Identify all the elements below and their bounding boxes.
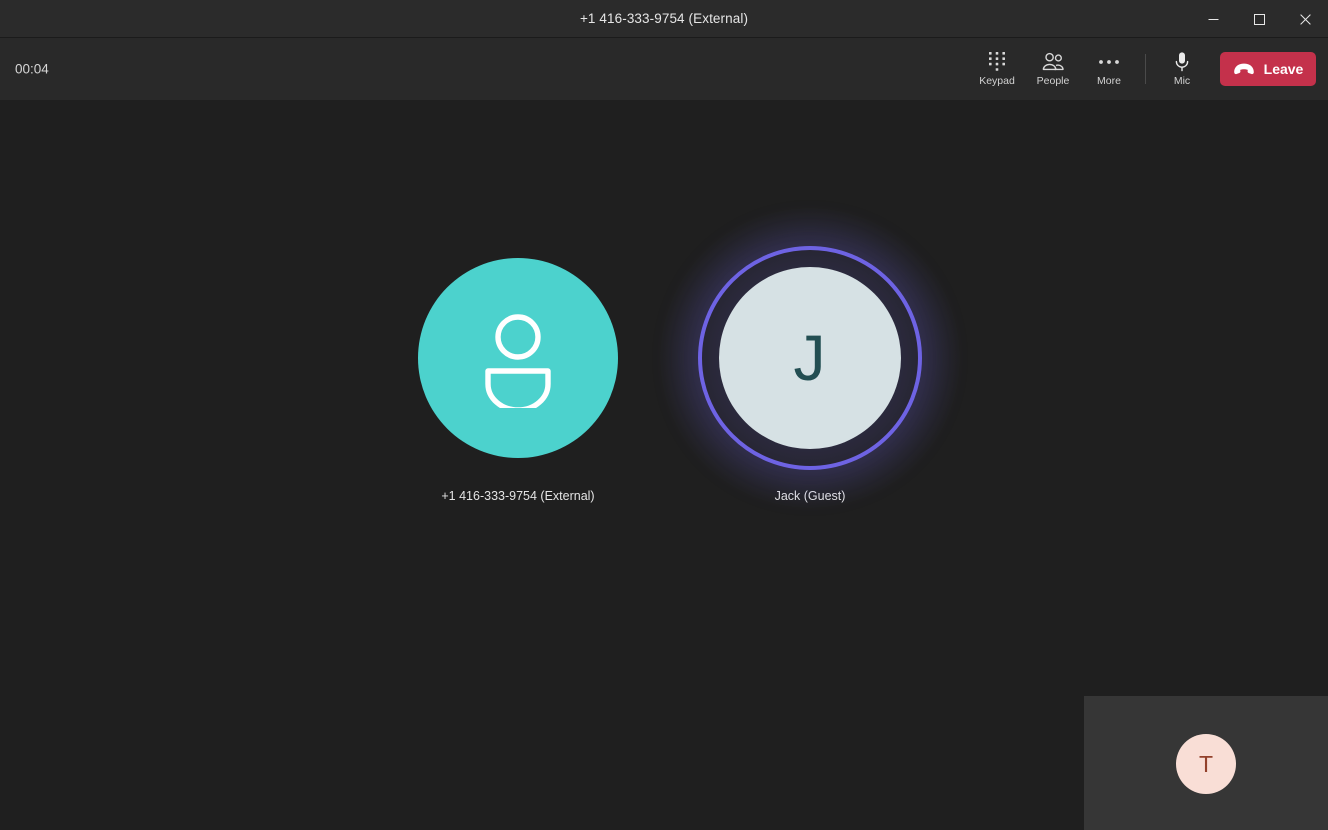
toolbar-divider xyxy=(1145,54,1146,84)
leave-label: Leave xyxy=(1263,61,1304,77)
close-icon xyxy=(1299,13,1311,25)
mic-button[interactable]: Mic xyxy=(1154,42,1210,96)
minimize-button[interactable] xyxy=(1190,0,1236,38)
participant-tile[interactable]: +1 416-333-9754 (External) xyxy=(403,257,633,503)
minimize-icon xyxy=(1208,18,1218,20)
more-label: More xyxy=(1097,75,1121,88)
avatar-wrap xyxy=(418,257,618,458)
maximize-button[interactable] xyxy=(1236,0,1282,38)
call-stage: +1 416-333-9754 (External) J Jack (Guest… xyxy=(0,100,1328,830)
participant-tile[interactable]: J Jack (Guest) xyxy=(660,207,960,508)
maximize-icon xyxy=(1253,13,1265,25)
avatar: J xyxy=(719,266,901,449)
self-view-tile[interactable]: T xyxy=(1084,696,1328,830)
people-icon xyxy=(1041,51,1065,73)
window-title: +1 416-333-9754 (External) xyxy=(579,11,749,26)
avatar xyxy=(418,257,618,458)
people-label: People xyxy=(1036,75,1070,88)
keypad-icon xyxy=(988,51,1006,73)
call-toolbar: 00:04 Keypad People More Mic Leave xyxy=(0,38,1328,100)
keypad-label: Keypad xyxy=(979,75,1015,88)
participant-name: +1 416-333-9754 (External) xyxy=(441,488,595,503)
title-bar: +1 416-333-9754 (External) xyxy=(0,0,1328,38)
more-icon xyxy=(1098,51,1120,73)
person-icon xyxy=(485,313,551,408)
call-duration: 00:04 xyxy=(15,61,49,77)
leave-button[interactable]: Leave xyxy=(1220,52,1316,86)
teams-call-window: +1 416-333-9754 (External) 00:04 Keypad … xyxy=(0,0,1328,830)
keypad-button[interactable]: Keypad xyxy=(969,42,1025,96)
close-button[interactable] xyxy=(1282,0,1328,38)
microphone-icon xyxy=(1173,51,1191,73)
more-button[interactable]: More xyxy=(1081,42,1137,96)
people-button[interactable]: People xyxy=(1025,42,1081,96)
window-controls xyxy=(1190,0,1328,38)
mic-label: Mic xyxy=(1173,75,1191,88)
hangup-icon xyxy=(1233,63,1255,76)
avatar-wrap: J xyxy=(660,207,960,508)
participants-grid: +1 416-333-9754 (External) J Jack (Guest… xyxy=(0,100,1328,660)
toolbar-actions: Keypad People More Mic Leave xyxy=(969,38,1316,100)
self-view-avatar: T xyxy=(1176,734,1236,794)
